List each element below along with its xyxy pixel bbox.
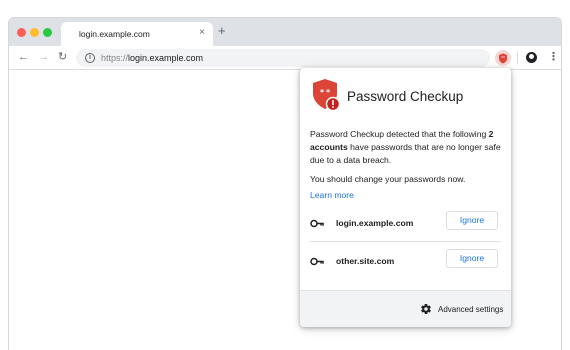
- learn-more-link[interactable]: Learn more: [310, 190, 354, 200]
- tab-title: login.example.com: [79, 29, 150, 39]
- tab-active[interactable]: login.example.com ×: [61, 22, 213, 46]
- maximize-window-button[interactable]: [43, 28, 52, 37]
- key-icon: [310, 219, 324, 228]
- forward-icon[interactable]: →: [38, 50, 49, 64]
- url-host: login.example.com: [128, 53, 204, 63]
- minimize-window-button[interactable]: [30, 28, 39, 37]
- plus-icon[interactable]: +: [218, 24, 226, 38]
- account-site: login.example.com: [336, 218, 414, 228]
- toolbar: ← → ↻ i https://login.example.com ** ⋮: [9, 46, 561, 70]
- breach-description: Password Checkup detected that the follo…: [310, 128, 505, 167]
- account-site: other.site.com: [336, 256, 395, 266]
- close-icon[interactable]: ×: [199, 27, 205, 39]
- address-bar[interactable]: i https://login.example.com: [76, 49, 490, 67]
- desc-text-start: Password Checkup detected that the follo…: [310, 129, 489, 139]
- gear-icon[interactable]: [420, 303, 432, 315]
- advanced-settings-link[interactable]: Advanced settings: [438, 305, 503, 314]
- tab-strip: login.example.com × +: [9, 18, 561, 46]
- menu-icon[interactable]: ⋮: [548, 51, 559, 64]
- advice-text: You should change your passwords now.: [310, 174, 466, 184]
- popup-title: Password Checkup: [347, 89, 464, 104]
- key-icon: [310, 257, 324, 266]
- popup-footer: Advanced settings: [300, 290, 511, 327]
- back-icon[interactable]: ←: [18, 50, 29, 64]
- ignore-button[interactable]: Ignore: [446, 211, 498, 230]
- profile-icon[interactable]: [526, 52, 537, 63]
- svg-text:**: **: [501, 55, 505, 60]
- ignore-button[interactable]: Ignore: [446, 249, 498, 268]
- reload-icon[interactable]: ↻: [58, 50, 67, 64]
- account-row: other.site.com Ignore: [310, 244, 501, 280]
- password-checkup-popup: * * Password Checkup Password Checkup de…: [300, 68, 511, 327]
- info-icon[interactable]: i: [85, 53, 95, 63]
- url-scheme: https://: [101, 53, 129, 63]
- password-checkup-shield-icon: * *: [313, 79, 341, 112]
- url-text: https://login.example.com: [101, 53, 203, 63]
- account-row: login.example.com Ignore: [310, 206, 501, 242]
- toolbar-divider: [517, 52, 518, 64]
- password-checkup-extension-icon[interactable]: **: [495, 50, 511, 66]
- close-window-button[interactable]: [17, 28, 26, 37]
